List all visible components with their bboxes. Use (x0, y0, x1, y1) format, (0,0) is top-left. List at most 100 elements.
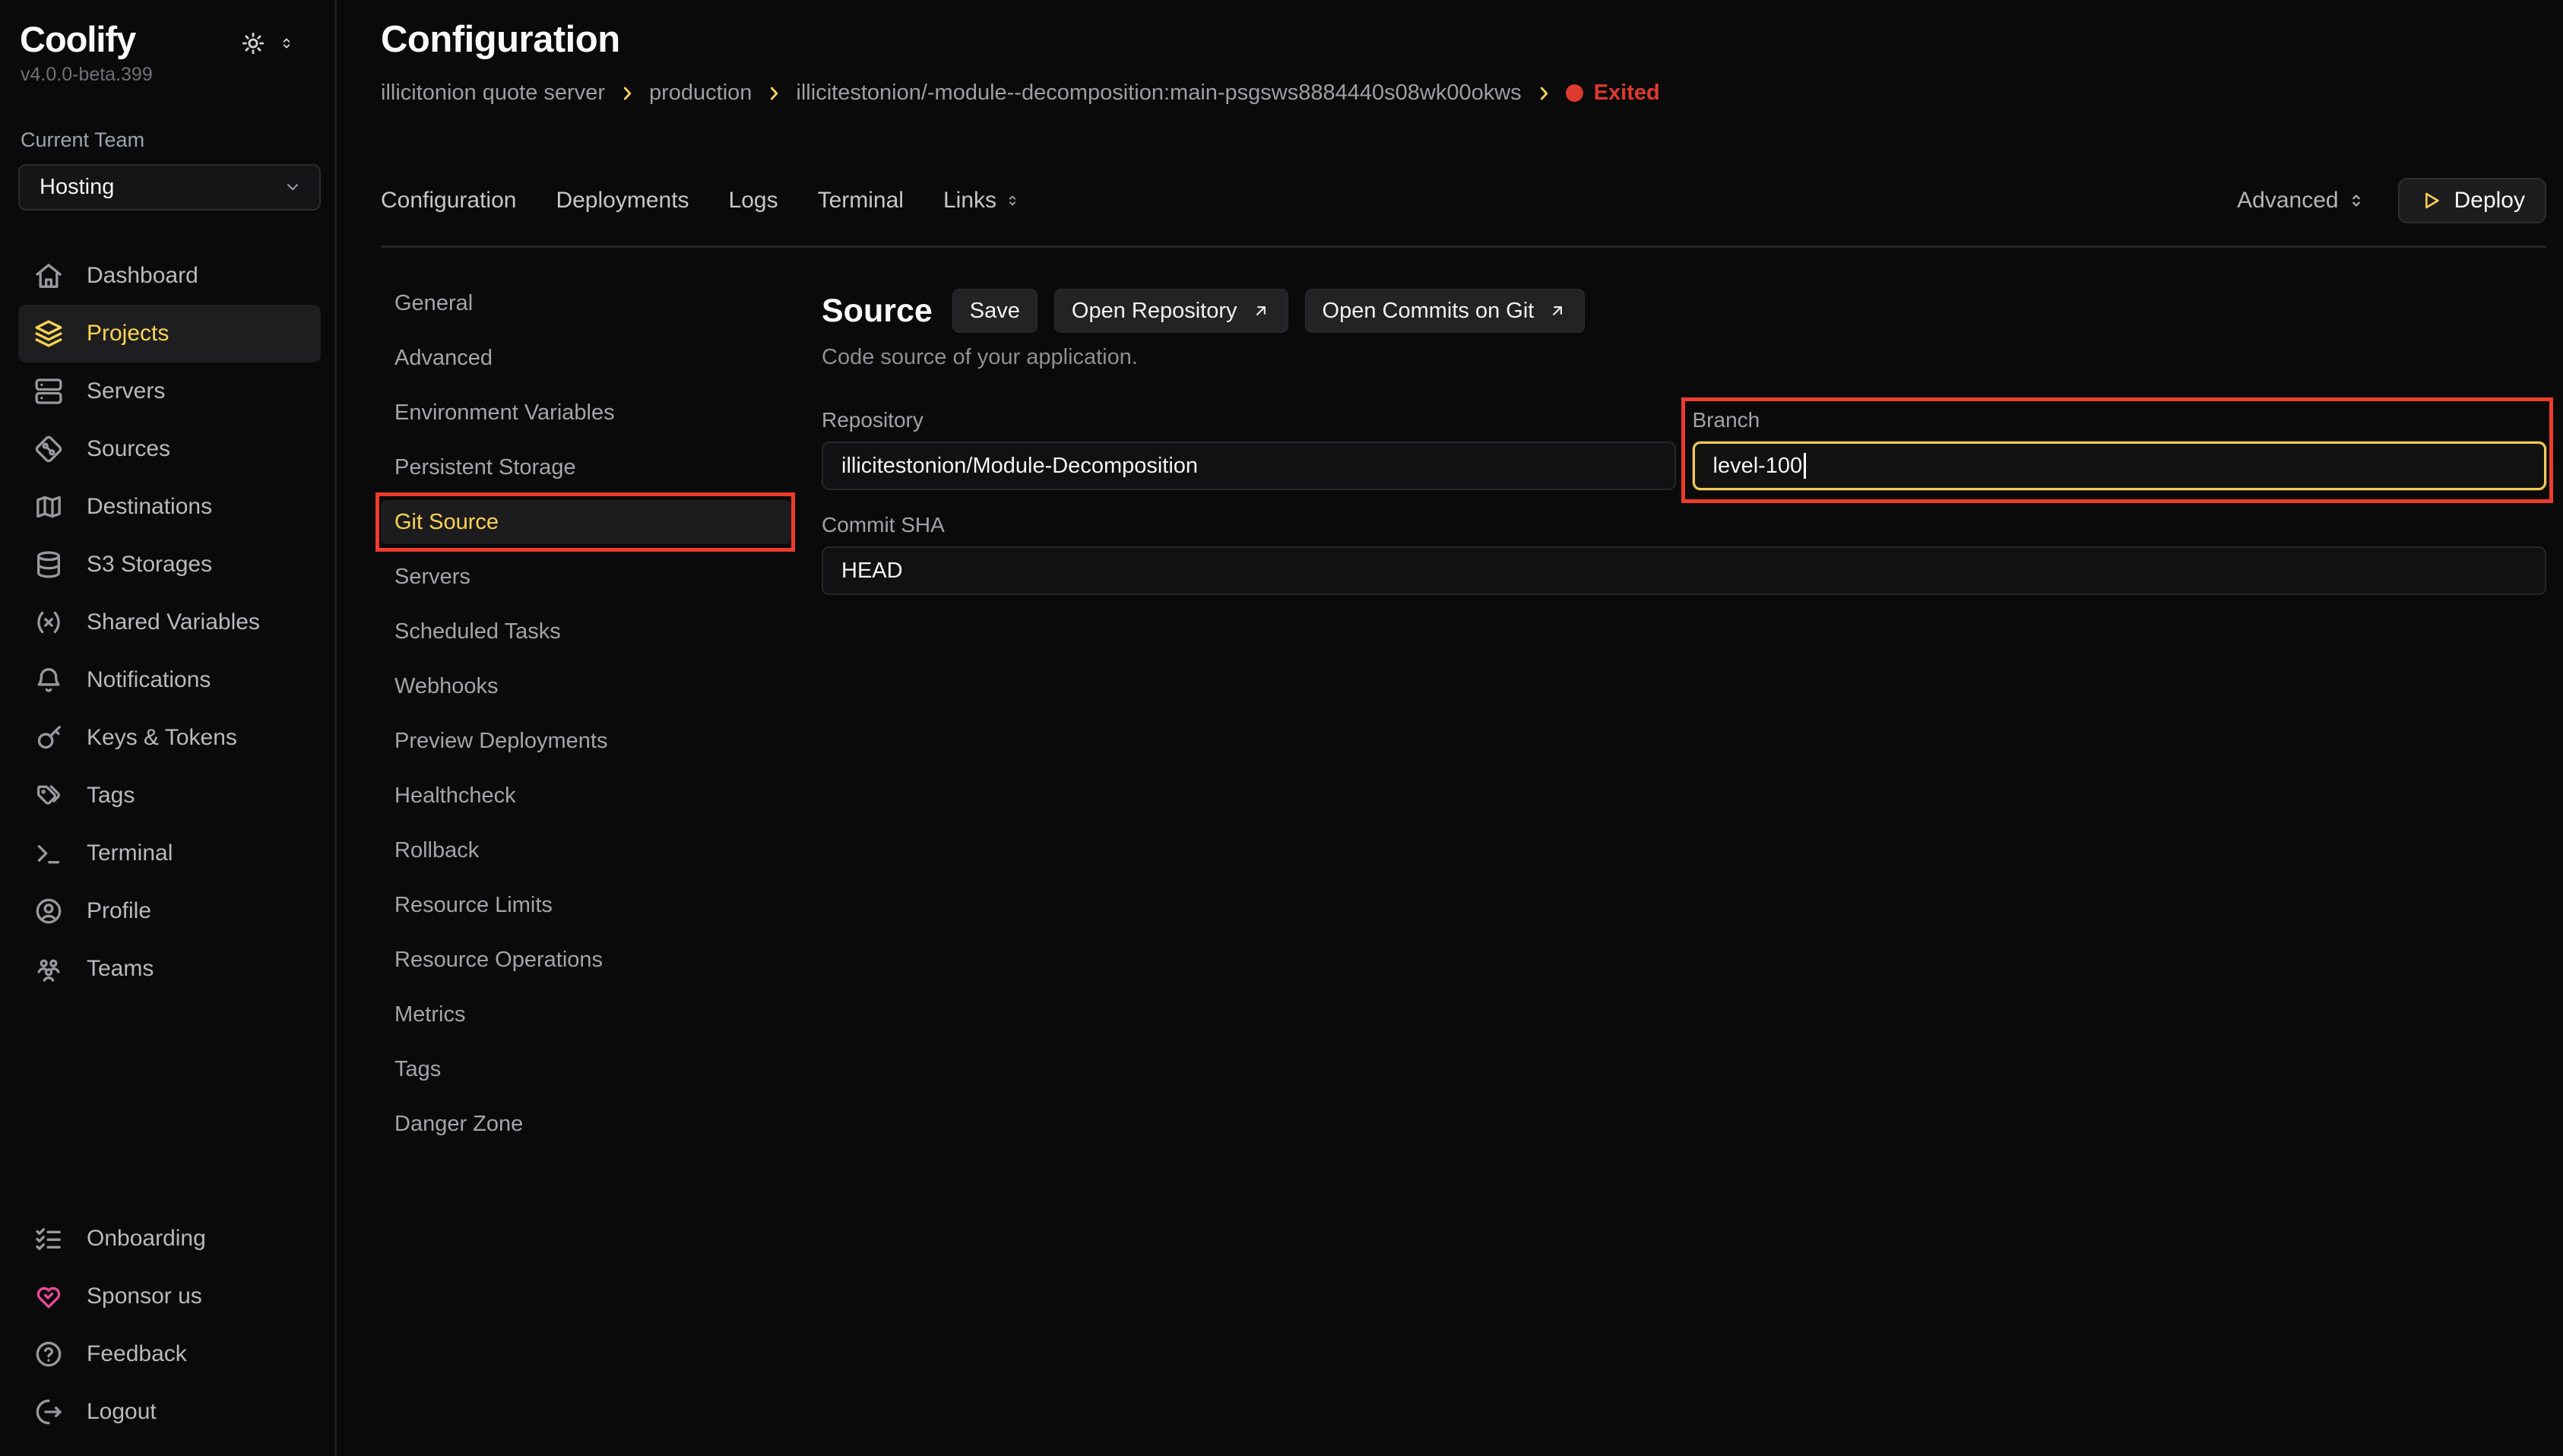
main-area: Configuration illicitonion quote server p… (337, 0, 2563, 1456)
tab-logs[interactable]: Logs (729, 188, 778, 214)
layers-icon (33, 318, 64, 349)
commit-sha-label: Commit SHA (822, 513, 2546, 537)
sidebar-item-tags[interactable]: Tags (18, 767, 321, 825)
repository-input[interactable]: illicitestonion/Module-Decomposition (822, 442, 1676, 490)
team-select-value: Hosting (40, 175, 114, 200)
sidebar-item-label: Dashboard (87, 263, 198, 289)
breadcrumb-item[interactable]: production (649, 81, 752, 106)
theme-controls (240, 30, 321, 56)
sidebar-item-label: Logout (87, 1399, 157, 1425)
git-diamond-icon (33, 434, 64, 464)
sidebar-item-shared-variables[interactable]: Shared Variables (18, 593, 321, 651)
subnav-item-general[interactable]: General (381, 281, 791, 325)
theme-selector-chevrons-icon[interactable] (278, 35, 295, 52)
sidebar-item-logout[interactable]: Logout (18, 1383, 321, 1441)
chevrons-up-down-icon (2346, 191, 2366, 210)
subnav-item-webhooks[interactable]: Webhooks (381, 664, 791, 708)
sidebar-item-label: Notifications (87, 667, 211, 693)
breadcrumb-item[interactable]: illicitestonion/-module--decomposition:m… (796, 81, 1521, 106)
sidebar-item-label: Tags (87, 783, 135, 809)
save-label: Save (970, 299, 1020, 324)
open-repository-button[interactable]: Open Repository (1054, 289, 1288, 333)
bell-icon (33, 665, 64, 695)
logout-icon (33, 1397, 64, 1427)
subnav-item-scheduled-tasks[interactable]: Scheduled Tasks (381, 609, 791, 654)
sidebar-item-sponsor-us[interactable]: Sponsor us (18, 1268, 321, 1325)
terminal-icon (33, 838, 64, 869)
sidebar-item-keys-tokens[interactable]: Keys & Tokens (18, 709, 321, 767)
sidebar-item-notifications[interactable]: Notifications (18, 651, 321, 709)
variable-icon (33, 607, 64, 638)
chevron-right-icon (764, 84, 784, 103)
status-label: Exited (1594, 81, 1660, 106)
sidebar-item-profile[interactable]: Profile (18, 882, 321, 940)
tab-configuration[interactable]: Configuration (381, 188, 516, 214)
sidebar-item-label: S3 Storages (87, 552, 212, 578)
sun-icon[interactable] (240, 30, 266, 56)
subnav-item-persistent-storage[interactable]: Persistent Storage (381, 445, 791, 489)
sidebar-item-s3-storages[interactable]: S3 Storages (18, 536, 321, 593)
tabs: Configuration Deployments Logs Terminal Link… (381, 188, 1021, 214)
sidebar-item-label: Shared Variables (87, 609, 260, 635)
subnav-item-git-source[interactable]: Git Source (381, 500, 791, 544)
header-divider (381, 245, 2546, 248)
home-icon (33, 261, 64, 291)
subnav-item-resource-limits[interactable]: Resource Limits (381, 883, 791, 927)
source-title: Source (822, 293, 933, 330)
subnav-item-tags[interactable]: Tags (381, 1047, 791, 1091)
subnav-item-rollback[interactable]: Rollback (381, 828, 791, 872)
sidebar-item-label: Keys & Tokens (87, 725, 237, 751)
logo-row: Coolify (18, 20, 321, 59)
breadcrumb-item[interactable]: illicitonion quote server (381, 81, 605, 106)
sidebar-item-label: Feedback (87, 1341, 187, 1367)
sidebar-item-teams[interactable]: Teams (18, 940, 321, 998)
sidebar-item-feedback[interactable]: Feedback (18, 1325, 321, 1383)
subnav-item-servers[interactable]: Servers (381, 555, 791, 599)
sidebar-item-label: Projects (87, 321, 169, 347)
sidebar-item-dashboard[interactable]: Dashboard (18, 247, 321, 305)
sidebar-item-servers[interactable]: Servers (18, 362, 321, 420)
sidebar-item-label: Sources (87, 436, 170, 462)
sidebar-item-sources[interactable]: Sources (18, 420, 321, 478)
arrow-up-right-icon (1251, 301, 1271, 321)
users-icon (33, 954, 64, 984)
tab-terminal[interactable]: Terminal (818, 188, 904, 214)
save-button[interactable]: Save (952, 289, 1038, 333)
current-team-label: Current Team (18, 128, 321, 152)
sidebar-item-projects[interactable]: Projects (18, 305, 321, 362)
subnav-item-metrics[interactable]: Metrics (381, 992, 791, 1037)
commit-sha-input[interactable]: HEAD (822, 546, 2546, 595)
subnav-item-healthcheck[interactable]: Healthcheck (381, 774, 791, 818)
chevron-right-icon (1534, 84, 1554, 103)
team-select[interactable]: Hosting (18, 164, 321, 210)
server-icon (33, 376, 64, 407)
subnav-item-preview-deployments[interactable]: Preview Deployments (381, 719, 791, 763)
tab-deployments[interactable]: Deployments (556, 188, 689, 214)
subnav-item-danger-zone[interactable]: Danger Zone (381, 1102, 791, 1146)
heart-icon (33, 1281, 64, 1312)
sidebar-item-terminal[interactable]: Terminal (18, 825, 321, 882)
sidebar-item-destinations[interactable]: Destinations (18, 478, 321, 536)
tab-links[interactable]: Links (943, 188, 1021, 214)
advanced-label: Advanced (2237, 188, 2338, 214)
open-repository-label: Open Repository (1072, 299, 1237, 324)
subnav-item-resource-operations[interactable]: Resource Operations (381, 938, 791, 982)
play-icon (2419, 189, 2442, 212)
branch-label: Branch (1693, 408, 2547, 432)
deploy-button[interactable]: Deploy (2398, 178, 2546, 223)
branch-input[interactable]: level-100 (1693, 442, 2547, 490)
deploy-label: Deploy (2454, 188, 2525, 214)
advanced-dropdown[interactable]: Advanced (2237, 188, 2365, 214)
help-circle-icon (33, 1339, 64, 1369)
subnav-item-advanced[interactable]: Advanced (381, 336, 791, 380)
chevrons-up-down-icon (1004, 192, 1021, 209)
key-icon (33, 723, 64, 753)
text-caret (1804, 453, 1806, 479)
subnav-item-environment-variables[interactable]: Environment Variables (381, 391, 791, 435)
user-circle-icon (33, 896, 64, 926)
sidebar-item-onboarding[interactable]: Onboarding (18, 1210, 321, 1268)
arrow-up-right-icon (1548, 301, 1567, 321)
open-commits-button[interactable]: Open Commits on Git (1305, 289, 1586, 333)
subnav: General Advanced Environment Variables Pers… (381, 281, 791, 1146)
open-commits-label: Open Commits on Git (1323, 299, 1535, 324)
